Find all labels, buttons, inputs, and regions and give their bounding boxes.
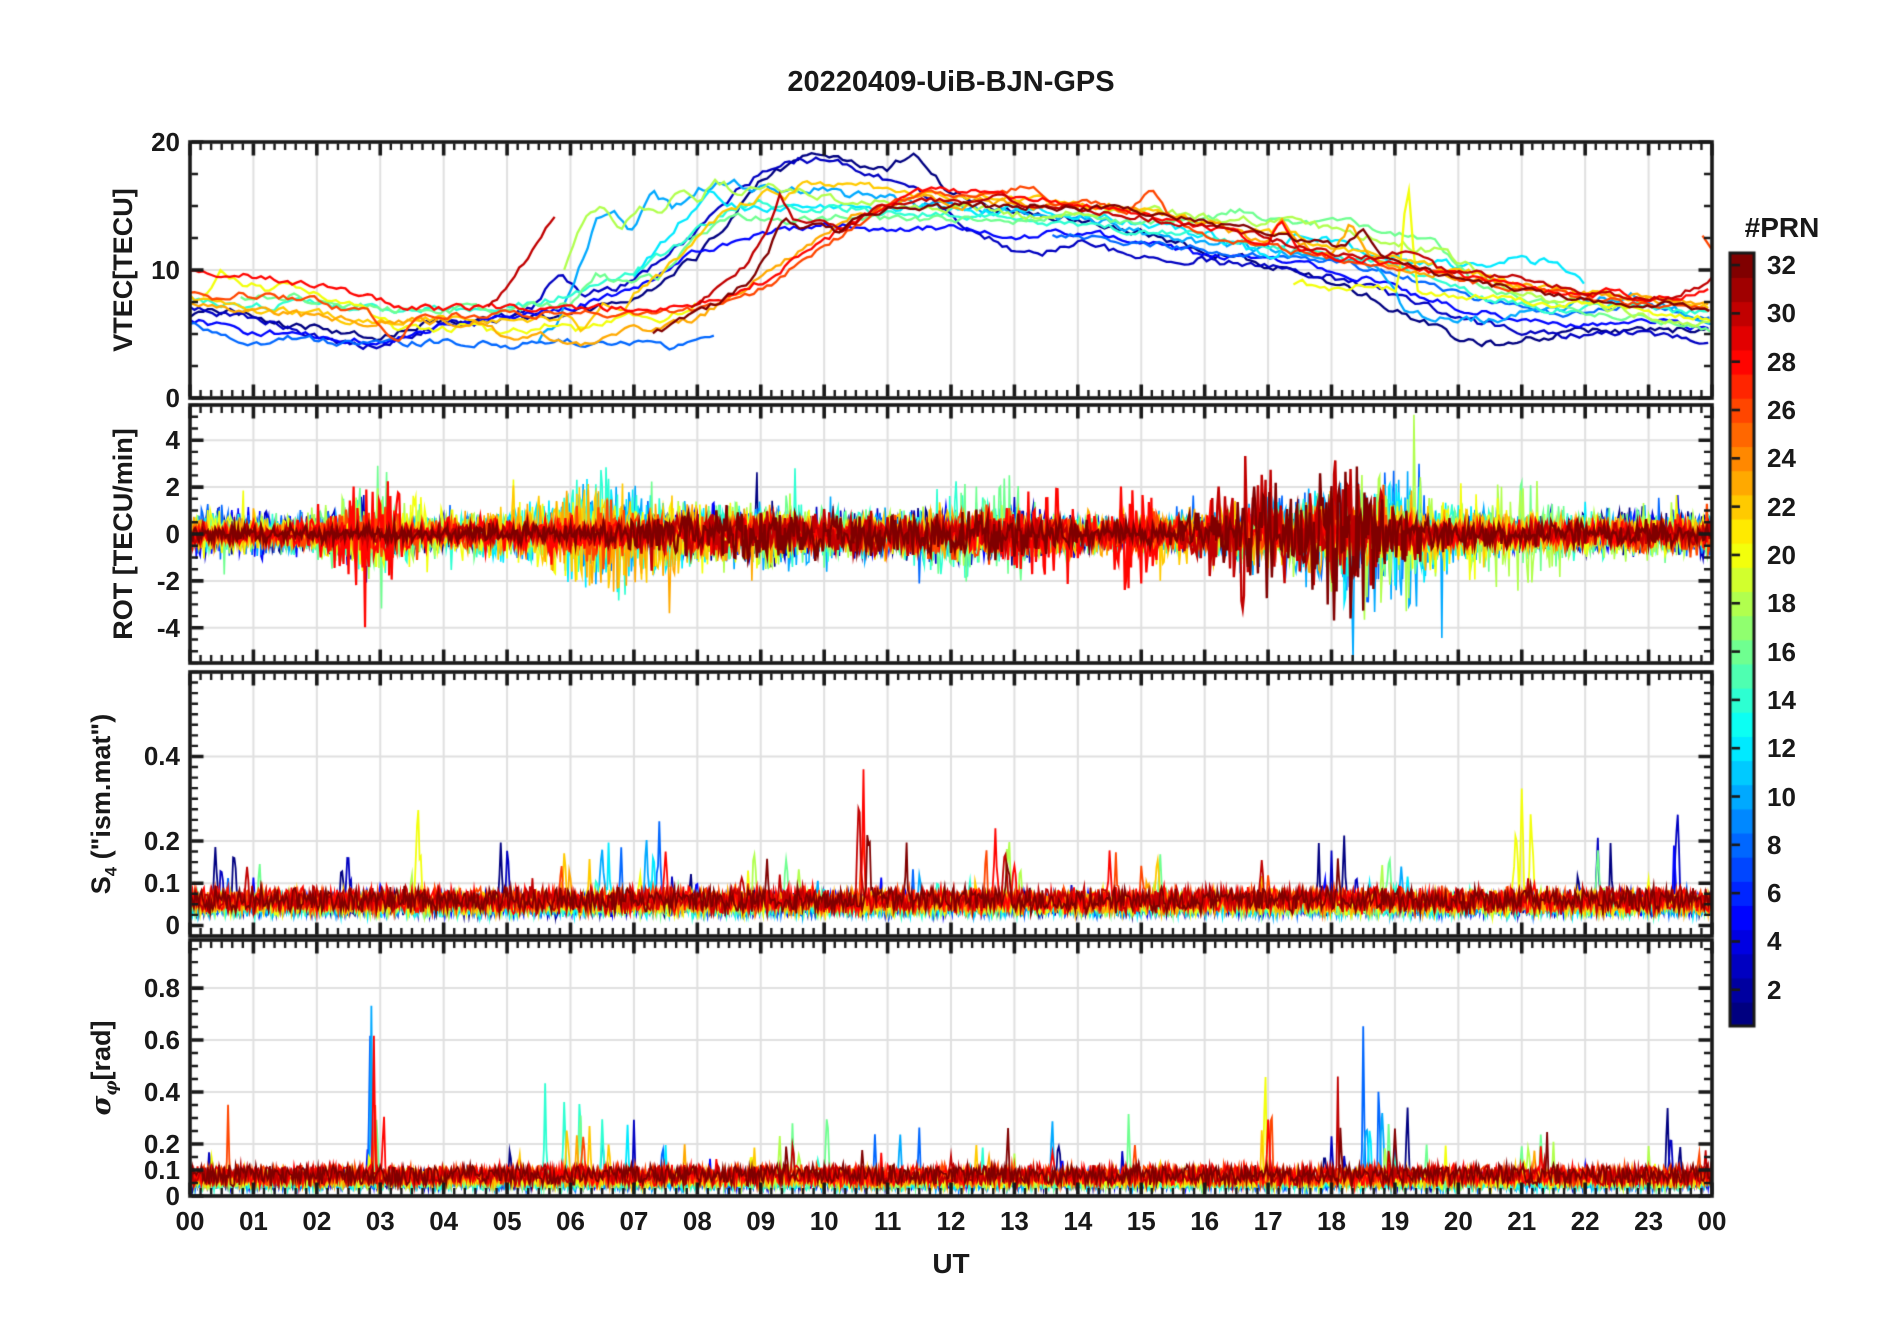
chart-title: 20220409-UiB-BJN-GPS <box>787 66 1115 98</box>
x-tick-label: 21 <box>1507 1206 1537 1236</box>
y-tick-label-sigma_phi: 0.2 <box>143 1129 180 1160</box>
x-tick-label: 05 <box>492 1206 522 1236</box>
y-tick-label-vtec: 0 <box>165 383 180 413</box>
x-tick-label: 22 <box>1570 1206 1600 1236</box>
x-tick-label: 23 <box>1634 1206 1664 1236</box>
x-tick-label: 00 <box>1697 1206 1727 1236</box>
colorbar-tick-label: 16 <box>1767 636 1796 667</box>
x-tick-label: 00 <box>175 1206 205 1236</box>
x-tick-label: 12 <box>936 1206 966 1236</box>
x-tick-label: 16 <box>1190 1206 1220 1236</box>
colorbar-tick-label: 22 <box>1767 491 1796 522</box>
y-tick-label-rot: -4 <box>156 612 180 643</box>
y-tick-label-s4: 0.1 <box>143 868 180 899</box>
x-tick-label: 06 <box>556 1206 585 1236</box>
x-tick-label: 19 <box>1380 1206 1410 1236</box>
x-tick-label: 08 <box>682 1206 712 1236</box>
x-tick-label: 07 <box>619 1206 649 1236</box>
y-tick-label-vtec: 10 <box>151 255 180 285</box>
colorbar-tick-label: 28 <box>1767 346 1796 377</box>
y-tick-label-sigma_phi: 0.8 <box>143 973 180 1004</box>
y-tick-label-rot: -2 <box>156 565 180 596</box>
x-tick-label: 03 <box>365 1206 395 1236</box>
colorbar-tick-label: 10 <box>1767 781 1796 812</box>
x-tick-label: 14 <box>1063 1206 1093 1236</box>
x-tick-label: 13 <box>999 1206 1029 1236</box>
x-tick-label: 15 <box>1126 1206 1156 1236</box>
y-tick-label-sigma_phi: 0.1 <box>143 1155 180 1185</box>
colorbar-tick-label: 4 <box>1767 926 1782 957</box>
x-tick-label: 10 <box>809 1206 839 1236</box>
y-tick-label-s4: 0 <box>165 910 180 941</box>
y-tick-label-s4: 0.4 <box>143 741 180 772</box>
y-tick-label-vtec: 20 <box>151 127 180 157</box>
y-tick-label-rot: 4 <box>165 425 180 456</box>
y-tick-label-rot: 0 <box>165 519 180 549</box>
colorbar-tick-label: 24 <box>1767 443 1796 474</box>
colorbar-title: #PRN <box>1744 212 1820 243</box>
colorbar-tick-label: 8 <box>1767 829 1782 860</box>
colorbar-tick-label: 26 <box>1767 395 1796 426</box>
x-tick-label: 20 <box>1443 1206 1473 1236</box>
y-tick-label-sigma_phi: 0.6 <box>143 1025 180 1056</box>
y-tick-label-rot: 2 <box>165 472 180 503</box>
x-tick-label: 11 <box>873 1206 902 1236</box>
x-tick-label: 17 <box>1253 1206 1283 1236</box>
colorbar-tick-label: 32 <box>1767 250 1796 281</box>
x-tick-label: 09 <box>746 1206 776 1236</box>
gps-scintillation-figure: 20220409-UiB-BJN-GPS VTEC[TECU] ROT [TEC… <box>0 0 1902 1330</box>
chart-canvas <box>0 0 1902 1330</box>
x-tick-label: 01 <box>238 1206 268 1236</box>
x-tick-label: 04 <box>429 1206 459 1236</box>
colorbar-tick-label: 14 <box>1767 684 1796 715</box>
x-tick-label: 18 <box>1317 1206 1346 1236</box>
y-tick-label-s4: 0.2 <box>143 825 180 856</box>
y-tick-label-sigma_phi: 0.4 <box>143 1077 180 1108</box>
colorbar-tick-label: 12 <box>1767 733 1796 764</box>
colorbar-tick-label: 20 <box>1767 539 1796 570</box>
colorbar-tick-label: 30 <box>1767 298 1796 329</box>
colorbar-tick-label: 2 <box>1767 974 1782 1005</box>
colorbar-tick-label: 6 <box>1767 878 1782 909</box>
x-tick-label: 02 <box>302 1206 332 1236</box>
x-axis-label: UT <box>932 1248 970 1279</box>
colorbar-tick-label: 18 <box>1767 588 1796 619</box>
